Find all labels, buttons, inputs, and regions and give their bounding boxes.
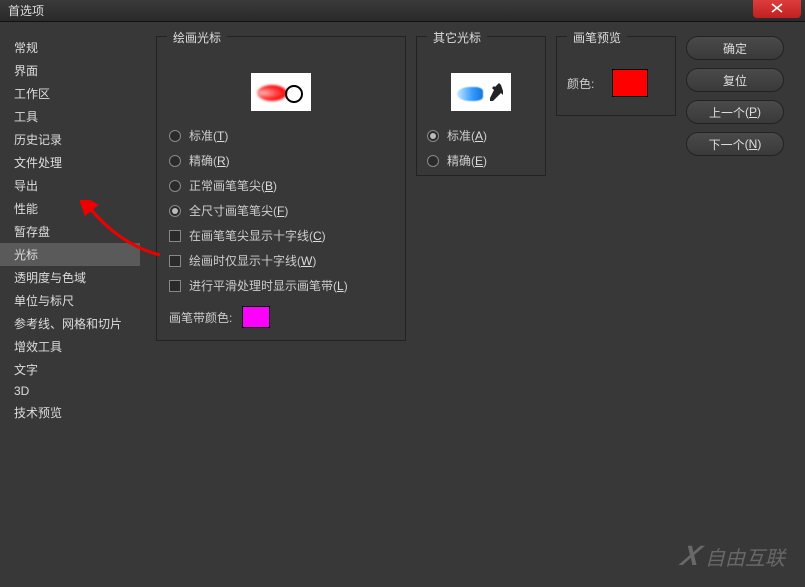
sidebar-item-0[interactable]: 常规 xyxy=(0,36,140,59)
dialog-buttons: 确定 复位 上一个(P) 下一个(N) xyxy=(686,36,784,156)
sidebar-item-14[interactable]: 文字 xyxy=(0,358,140,381)
other-radio-1[interactable]: 精确(E) xyxy=(427,148,535,173)
sidebar-item-12[interactable]: 参考线、网格和切片 xyxy=(0,312,140,335)
sidebar-item-4[interactable]: 历史记录 xyxy=(0,128,140,151)
eyedropper-icon xyxy=(489,83,503,103)
sidebar-item-10[interactable]: 透明度与色域 xyxy=(0,266,140,289)
other-radio-0[interactable]: 标准(A) xyxy=(427,123,535,148)
content-area: 绘画光标 标准(T) 精确(R) 正常画笔笔尖(B) 全尺寸画笔笔尖(F) 在画笔笔尖… xyxy=(140,22,805,587)
circle-cursor-icon xyxy=(285,85,303,103)
prev-button[interactable]: 上一个(P) xyxy=(686,100,784,124)
radio-label: 全尺寸画笔笔尖(F) xyxy=(189,202,288,219)
panel-title-painting: 绘画光标 xyxy=(167,29,227,46)
painting-radio-0[interactable]: 标准(T) xyxy=(169,123,393,148)
close-button[interactable] xyxy=(753,0,801,18)
radio-icon xyxy=(169,155,181,167)
check-label: 进行平滑处理时显示画笔带(L) xyxy=(189,277,348,294)
painting-check-0[interactable]: 在画笔笔尖显示十字线(C) xyxy=(169,223,393,248)
next-button[interactable]: 下一个(N) xyxy=(686,132,784,156)
brush-stroke-icon xyxy=(257,85,287,101)
radio-label: 精确(E) xyxy=(447,152,487,169)
painting-radio-3[interactable]: 全尺寸画笔笔尖(F) xyxy=(169,198,393,223)
window-title: 首选项 xyxy=(8,2,44,19)
checkbox-icon xyxy=(169,280,181,292)
radio-icon xyxy=(169,205,181,217)
cancel-button[interactable]: 复位 xyxy=(686,68,784,92)
painting-check-1[interactable]: 绘画时仅显示十字线(W) xyxy=(169,248,393,273)
brush-leash-color-label: 画笔带颜色: xyxy=(169,309,232,326)
sidebar-item-16[interactable]: 技术预览 xyxy=(0,401,140,424)
checkbox-icon xyxy=(169,230,181,242)
radio-icon xyxy=(427,130,439,142)
sidebar-item-13[interactable]: 增效工具 xyxy=(0,335,140,358)
sidebar-item-2[interactable]: 工作区 xyxy=(0,82,140,105)
checkbox-icon xyxy=(169,255,181,267)
radio-label: 标准(A) xyxy=(447,127,487,144)
painting-check-2[interactable]: 进行平滑处理时显示画笔带(L) xyxy=(169,273,393,298)
check-label: 在画笔笔尖显示十字线(C) xyxy=(189,227,326,244)
preview-color-label: 颜色: xyxy=(567,75,594,92)
radio-icon xyxy=(169,130,181,142)
painting-radio-2[interactable]: 正常画笔笔尖(B) xyxy=(169,173,393,198)
brush-leash-color-swatch[interactable] xyxy=(242,306,270,328)
sidebar: 常规界面工作区工具历史记录文件处理导出性能暂存盘光标透明度与色域单位与标尺参考线… xyxy=(0,22,140,587)
watermark-text: 自由互联 xyxy=(705,542,785,571)
painting-cursors-panel: 绘画光标 标准(T)精确(R)正常画笔笔尖(B)全尺寸画笔笔尖(F) 在画笔笔尖… xyxy=(156,36,406,341)
check-label: 绘画时仅显示十字线(W) xyxy=(189,252,316,269)
sidebar-item-8[interactable]: 暂存盘 xyxy=(0,220,140,243)
radio-label: 正常画笔笔尖(B) xyxy=(189,177,277,194)
ok-button[interactable]: 确定 xyxy=(686,36,784,60)
sidebar-item-11[interactable]: 单位与标尺 xyxy=(0,289,140,312)
radio-icon xyxy=(169,180,181,192)
panel-title-preview: 画笔预览 xyxy=(567,29,627,46)
watermark: X 自由互联 xyxy=(682,540,785,572)
titlebar: 首选项 xyxy=(0,0,805,22)
panel-title-other: 其它光标 xyxy=(427,29,487,46)
watermark-logo-icon: X xyxy=(678,540,705,572)
brush-preview-panel: 画笔预览 颜色: xyxy=(556,36,676,116)
other-cursors-panel: 其它光标 标准(A)精确(E) xyxy=(416,36,546,176)
radio-label: 标准(T) xyxy=(189,127,228,144)
sidebar-item-7[interactable]: 性能 xyxy=(0,197,140,220)
radio-label: 精确(R) xyxy=(189,152,230,169)
painting-cursor-preview xyxy=(251,73,311,111)
other-cursor-preview xyxy=(451,73,511,111)
painting-radio-1[interactable]: 精确(R) xyxy=(169,148,393,173)
sidebar-item-3[interactable]: 工具 xyxy=(0,105,140,128)
main-container: 常规界面工作区工具历史记录文件处理导出性能暂存盘光标透明度与色域单位与标尺参考线… xyxy=(0,22,805,587)
sidebar-item-6[interactable]: 导出 xyxy=(0,174,140,197)
preview-color-swatch[interactable] xyxy=(612,69,648,97)
sidebar-item-15[interactable]: 3D xyxy=(0,381,140,401)
sidebar-item-1[interactable]: 界面 xyxy=(0,59,140,82)
blue-stroke-icon xyxy=(457,87,483,101)
radio-icon xyxy=(427,155,439,167)
brush-leash-color-row: 画笔带颜色: xyxy=(169,306,393,328)
sidebar-item-9[interactable]: 光标 xyxy=(0,243,140,266)
sidebar-item-5[interactable]: 文件处理 xyxy=(0,151,140,174)
